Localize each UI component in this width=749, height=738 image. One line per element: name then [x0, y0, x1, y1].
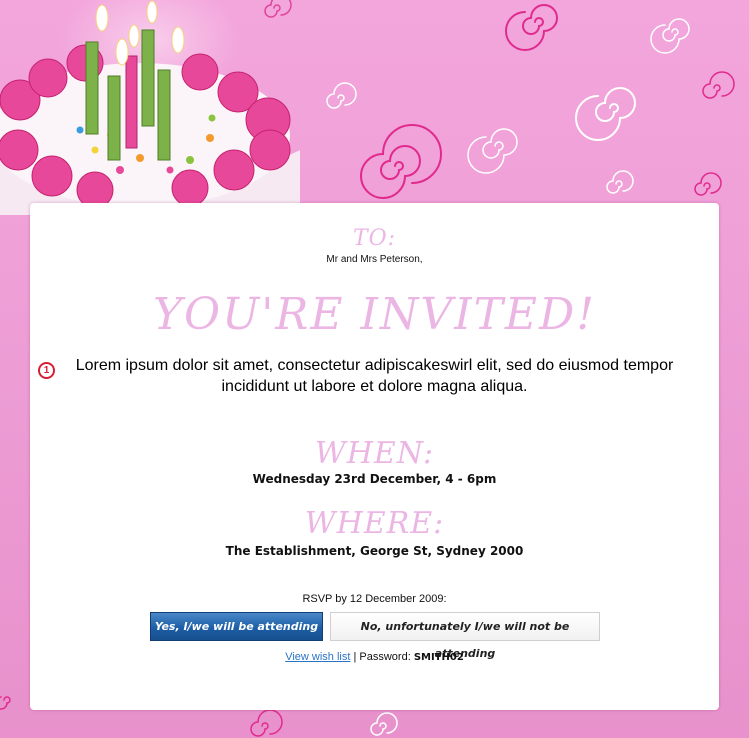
event-location: The Establishment, George St, Sydney 200…	[225, 544, 524, 558]
swirl-decoration	[467, 128, 518, 174]
swirl-decoration	[606, 170, 634, 194]
wishlist-line: View wish list | Password: SMITH02	[30, 651, 719, 663]
event-date-time: Wednesday 23rd December, 4 - 6pm	[252, 472, 497, 486]
swirl-decoration	[0, 696, 11, 710]
rsvp-deadline: RSVP by 12 December 2009:	[302, 593, 447, 605]
swirl-decoration	[360, 124, 442, 199]
swirl-decoration	[370, 712, 398, 736]
rsvp-yes-button[interactable]: Yes, I/we will be attending	[150, 612, 323, 641]
invitation-headline: YOU'RE INVITED!	[153, 289, 596, 340]
swirl-decoration	[650, 18, 690, 54]
invitation-body-text: Lorem ipsum dolor sit amet, consectetur …	[75, 357, 674, 395]
where-label: WHERE:	[304, 506, 445, 541]
swirl-decoration	[702, 71, 735, 99]
swirl-decoration	[575, 87, 636, 141]
birthday-cake-image	[0, 0, 300, 215]
rsvp-no-button[interactable]: No, unfortunately I/we will not be atten…	[330, 612, 600, 660]
recipient-name: Mr and Mrs Peterson,	[326, 254, 423, 265]
view-wishlist-link[interactable]: View wish list	[285, 651, 350, 663]
swirl-decoration	[326, 82, 357, 109]
invitation-card: TO: Mr and Mrs Peterson, YOU'RE INVITED!…	[30, 203, 719, 710]
swirl-decoration	[250, 709, 283, 737]
password-label: Password:	[359, 651, 414, 663]
swirl-decoration	[505, 4, 558, 51]
to-label: TO:	[352, 226, 397, 251]
when-label: WHEN:	[314, 436, 435, 471]
password-value: SMITH02	[413, 652, 464, 663]
swirl-decoration	[694, 172, 722, 196]
